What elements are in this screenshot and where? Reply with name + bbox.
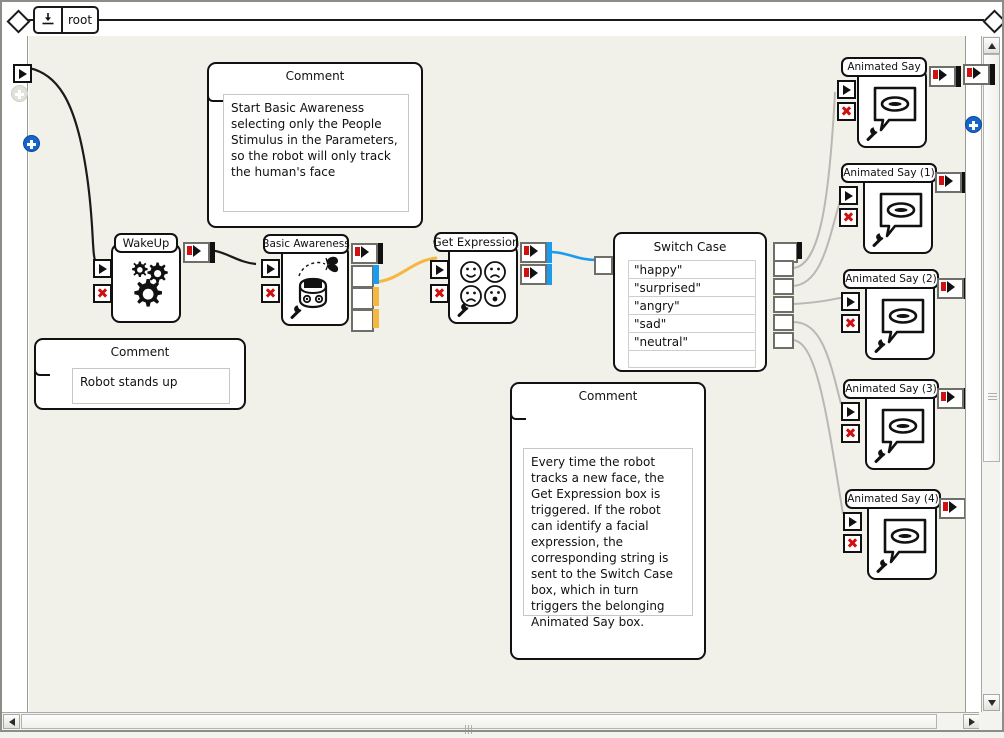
port-color-bar xyxy=(547,264,552,285)
node-basic-awareness-stop-port[interactable]: ✖ xyxy=(261,284,280,303)
exec-port-cap xyxy=(964,388,965,409)
node-animated-say-0-stop-port[interactable]: ✖ xyxy=(837,102,856,121)
node-animated-say-3-title: Animated Say (3) xyxy=(843,379,939,399)
port-color-bar xyxy=(373,309,379,328)
exec-port-cap xyxy=(990,64,995,85)
port-color-bar xyxy=(547,242,552,263)
exec-port-cap xyxy=(378,243,383,264)
node-animated-say-0-title: Animated Say xyxy=(841,57,927,77)
add-input-button[interactable] xyxy=(23,135,40,152)
node-animated-say-4-title: Animated Say (4) xyxy=(845,489,941,509)
node-animated-say-3-exec-output[interactable] xyxy=(937,388,964,409)
node-animated-say-0-exec-output[interactable] xyxy=(929,66,956,87)
port-color-bar xyxy=(373,265,379,284)
node-animated-say-3-play-port[interactable] xyxy=(841,402,860,421)
node-wakeup-exec-output[interactable] xyxy=(183,242,210,263)
node-basic-awareness-title: Basic Awareness xyxy=(263,234,349,254)
switch-case-output-3[interactable] xyxy=(773,296,794,313)
choregraphe-window: root xyxy=(0,0,1004,732)
diagram-start-play-port[interactable] xyxy=(13,64,32,83)
node-basic-awareness-output-orange-1[interactable] xyxy=(351,287,374,310)
node-get-expression-output-1[interactable] xyxy=(520,242,547,263)
exec-port-cap xyxy=(964,278,965,299)
node-animated-say-4-exec-output[interactable] xyxy=(939,498,965,519)
node-wakeup-play-port[interactable] xyxy=(93,259,112,278)
switch-case-output-2[interactable] xyxy=(773,278,794,295)
node-animated-say-3-stop-port[interactable]: ✖ xyxy=(841,424,860,443)
node-animated-say-2-exec-output[interactable] xyxy=(937,278,964,299)
node-animated-say-1-stop-port[interactable]: ✖ xyxy=(839,208,858,227)
exec-port-cap xyxy=(956,66,961,87)
node-basic-awareness-play-port[interactable] xyxy=(261,259,280,278)
node-animated-say-1-title: Animated Say (1) xyxy=(841,163,937,183)
exec-port-cap xyxy=(210,242,215,263)
add-input-icon[interactable] xyxy=(11,85,28,102)
node-animated-say-2-title: Animated Say (2) xyxy=(843,269,939,289)
node-wakeup-title: WakeUp xyxy=(114,233,178,253)
node-basic-awareness-exec-output[interactable] xyxy=(351,243,378,264)
switch-case-output-1[interactable] xyxy=(773,260,794,277)
exec-port-cap xyxy=(962,172,965,193)
node-basic-awareness-output-orange-2[interactable] xyxy=(351,309,374,332)
node-animated-say-0-play-port[interactable] xyxy=(837,80,856,99)
node-animated-say-2-stop-port[interactable]: ✖ xyxy=(841,314,860,333)
node-wakeup-stop-port[interactable]: ✖ xyxy=(93,284,112,303)
node-get-expression-stop-port[interactable]: ✖ xyxy=(430,284,449,303)
node-animated-say-4-play-port[interactable] xyxy=(843,512,862,531)
node-switch-case-input-port[interactable] xyxy=(594,256,613,275)
port-color-bar xyxy=(373,287,379,306)
switch-case-output-5[interactable] xyxy=(773,332,794,349)
node-get-expression-title: Get Expression xyxy=(434,232,518,252)
node-basic-awareness-output-blue[interactable] xyxy=(351,265,374,288)
node-animated-say-2-play-port[interactable] xyxy=(841,292,860,311)
switch-case-output-4[interactable] xyxy=(773,314,794,331)
add-output-button[interactable] xyxy=(965,116,982,133)
node-get-expression-play-port[interactable] xyxy=(430,260,449,279)
node-get-expression-output-2[interactable] xyxy=(520,264,547,285)
diagram-end-exec-port[interactable] xyxy=(963,64,990,85)
node-animated-say-4-stop-port[interactable]: ✖ xyxy=(843,534,862,553)
node-animated-say-1-play-port[interactable] xyxy=(839,186,858,205)
node-animated-say-1-exec-output[interactable] xyxy=(935,172,962,193)
